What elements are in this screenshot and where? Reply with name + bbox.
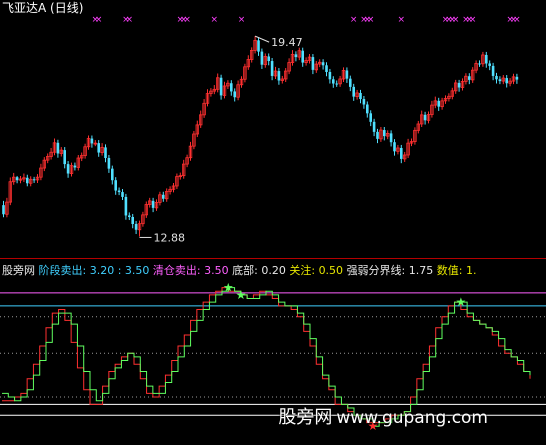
candle-body <box>73 165 77 168</box>
candle-body <box>491 65 495 76</box>
price-candlestick-chart[interactable]: ×× ×× ××× × × × ××× × ×××× ××× ×××19.4712.88 <box>0 0 546 258</box>
signal-marker: × <box>452 15 460 25</box>
candle-body <box>393 142 396 152</box>
candle-body <box>56 142 60 154</box>
candle-body <box>277 71 281 81</box>
candle-body <box>359 92 362 100</box>
candle-body <box>124 196 128 216</box>
low-annotation-label: 12.88 <box>154 231 186 244</box>
candle-body <box>104 147 107 159</box>
watermark: 股旁网 www.gupang.com <box>278 403 488 429</box>
candle-body <box>63 150 66 165</box>
candle-body <box>267 56 270 62</box>
candle-body <box>66 164 70 174</box>
signal-marker: × <box>238 15 246 25</box>
candle-body <box>383 130 386 137</box>
signal-marker: × <box>513 15 521 25</box>
candle-body <box>311 57 315 70</box>
candle-body <box>335 83 338 85</box>
candle-body <box>362 99 366 105</box>
candle-body <box>515 76 519 80</box>
candle-body <box>332 79 335 84</box>
watermark-url: www.gupang.com <box>336 408 488 428</box>
candle-body <box>117 190 121 193</box>
candle-body <box>457 82 461 88</box>
candle-body <box>26 177 29 184</box>
candle-body <box>423 114 427 121</box>
candle-body <box>498 79 502 82</box>
signal-marker: × <box>95 15 103 25</box>
signal-marker: × <box>398 15 406 25</box>
candle-body <box>270 61 274 76</box>
candle-body <box>478 63 481 65</box>
candle-body <box>345 70 349 79</box>
candle-body <box>260 51 264 65</box>
high-annotation-label: 19.47 <box>271 36 303 49</box>
candle-body <box>107 158 111 169</box>
candle-body <box>162 194 165 199</box>
candle-body <box>301 50 304 63</box>
candle-body <box>325 65 328 72</box>
candle-body <box>219 77 223 96</box>
candle-body <box>15 177 19 181</box>
candle-body <box>32 179 36 181</box>
candle-body <box>400 147 403 159</box>
signal-marker: × <box>350 15 358 25</box>
candle-body <box>257 40 260 52</box>
candle-body <box>233 91 236 98</box>
candle-body <box>111 168 114 181</box>
candle-body <box>230 83 233 92</box>
candle-body <box>389 133 393 143</box>
signal-marker: × <box>367 15 375 25</box>
candle-body <box>134 223 138 230</box>
candle-body <box>369 113 372 122</box>
candle-body <box>376 131 379 139</box>
chart-window: × × × × × × × × × × × × × × × × × × × × × × × × 19.47 12.88 飞亚达A … <box>0 0 546 445</box>
candle-body <box>121 192 124 197</box>
candle-body <box>114 180 117 191</box>
candle-body <box>505 78 508 84</box>
signal-marker: × <box>126 15 134 25</box>
candle-body <box>468 76 471 80</box>
candle-body <box>488 63 491 66</box>
stock-title: 飞亚达A (日线) <box>2 1 84 15</box>
candle-body <box>90 138 94 144</box>
candle-body <box>294 54 298 58</box>
candle-body <box>366 104 369 114</box>
candle-body <box>349 78 352 87</box>
candle-body <box>321 62 325 66</box>
watermark-cn: 股旁网 <box>278 407 333 428</box>
candle-body <box>131 216 134 224</box>
candle-body <box>495 75 498 80</box>
candle-body <box>328 71 332 80</box>
candle-body <box>372 121 376 132</box>
candle-body <box>97 143 100 153</box>
candle-body <box>2 205 5 215</box>
candle-body <box>151 200 155 208</box>
candle-body <box>352 86 355 97</box>
signal-marker: × <box>469 15 477 25</box>
signal-marker: × <box>183 15 191 25</box>
signal-star-marker: ★ <box>223 281 234 295</box>
signal-star-marker: ★ <box>455 295 466 309</box>
signal-marker: × <box>211 15 219 25</box>
candle-body <box>128 215 131 217</box>
candle-body <box>437 100 440 107</box>
candle-body <box>485 54 488 64</box>
signal-star-marker: ★ <box>235 288 246 302</box>
